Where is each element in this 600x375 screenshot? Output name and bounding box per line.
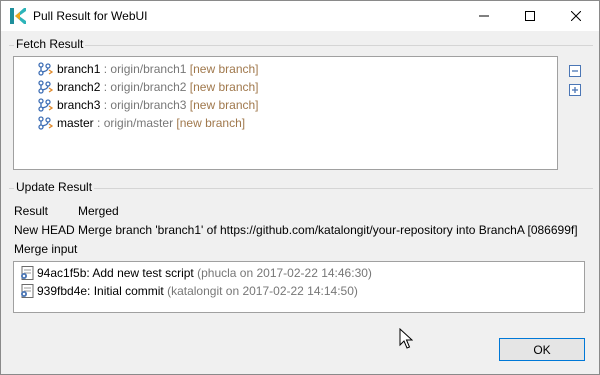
katalon-logo-icon [10,8,26,24]
mouse-pointer-icon [399,328,413,349]
commit-icon [21,266,34,280]
new-head-label: New HEAD [14,223,75,237]
branch-name: branch2 [57,80,101,94]
close-icon [571,11,581,21]
branch-tag: [new branch] [176,116,246,130]
maximize-icon [525,11,535,21]
new-head-value: Merge branch 'branch1' of https://github… [78,223,578,237]
result-value: Merged [78,204,119,218]
close-button[interactable] [553,1,599,31]
merge-input-label: Merge input [14,242,78,256]
branch-separator: : [100,62,111,76]
result-label: Result [14,204,49,218]
dialog-window: Pull Result for WebUI Fetch Result branc… [0,0,600,375]
branch-icon [38,80,53,94]
minimize-icon [479,15,489,17]
collapse-all-icon[interactable] [568,64,582,78]
update-result-group: Update Result Result Merged New HEAD Mer… [9,180,593,317]
branch-name: branch3 [57,98,101,112]
fetch-result-group: Fetch Result branch1 : origin/branch1 [n… [9,37,593,176]
branch-icon [38,62,53,76]
fetch-result-label: Fetch Result [14,37,86,51]
commit-icon [21,284,34,298]
merge-input-list[interactable]: 94ac1f5b: Add new test script (phucla on… [13,261,585,313]
commit-id-message: 939fbd4e: Initial commit [37,284,164,298]
maximize-button[interactable] [507,1,553,31]
branch-separator: : [100,80,111,94]
commit-meta: (katalongit on 2017-02-22 14:14:50) [167,284,358,298]
branch-remote: origin/master [103,116,174,130]
branch-tag: [new branch] [189,80,259,94]
fetch-result-tree[interactable]: branch1 : origin/branch1 [new branch] br… [13,56,558,170]
branch-remote: origin/branch3 [110,98,187,112]
branch-remote: origin/branch2 [110,80,187,94]
branch-separator: : [100,98,111,112]
ok-button[interactable]: OK [499,338,585,361]
window-title: Pull Result for WebUI [33,9,148,23]
branch-tag: [new branch] [189,62,259,76]
branch-name: branch1 [57,62,101,76]
branch-tag: [new branch] [189,98,259,112]
minimize-button[interactable] [461,1,507,31]
title-bar[interactable]: Pull Result for WebUI [1,1,599,31]
branch-icon [38,98,53,112]
branch-remote: origin/branch1 [110,62,187,76]
branch-icon [38,116,53,130]
commit-id-message: 94ac1f5b: Add new test script [37,266,194,280]
branch-name: master [57,116,94,130]
commit-meta: (phucla on 2017-02-22 14:46:30) [197,266,372,280]
expand-all-icon[interactable] [568,83,582,97]
branch-separator: : [93,116,104,130]
update-result-label: Update Result [14,180,95,194]
